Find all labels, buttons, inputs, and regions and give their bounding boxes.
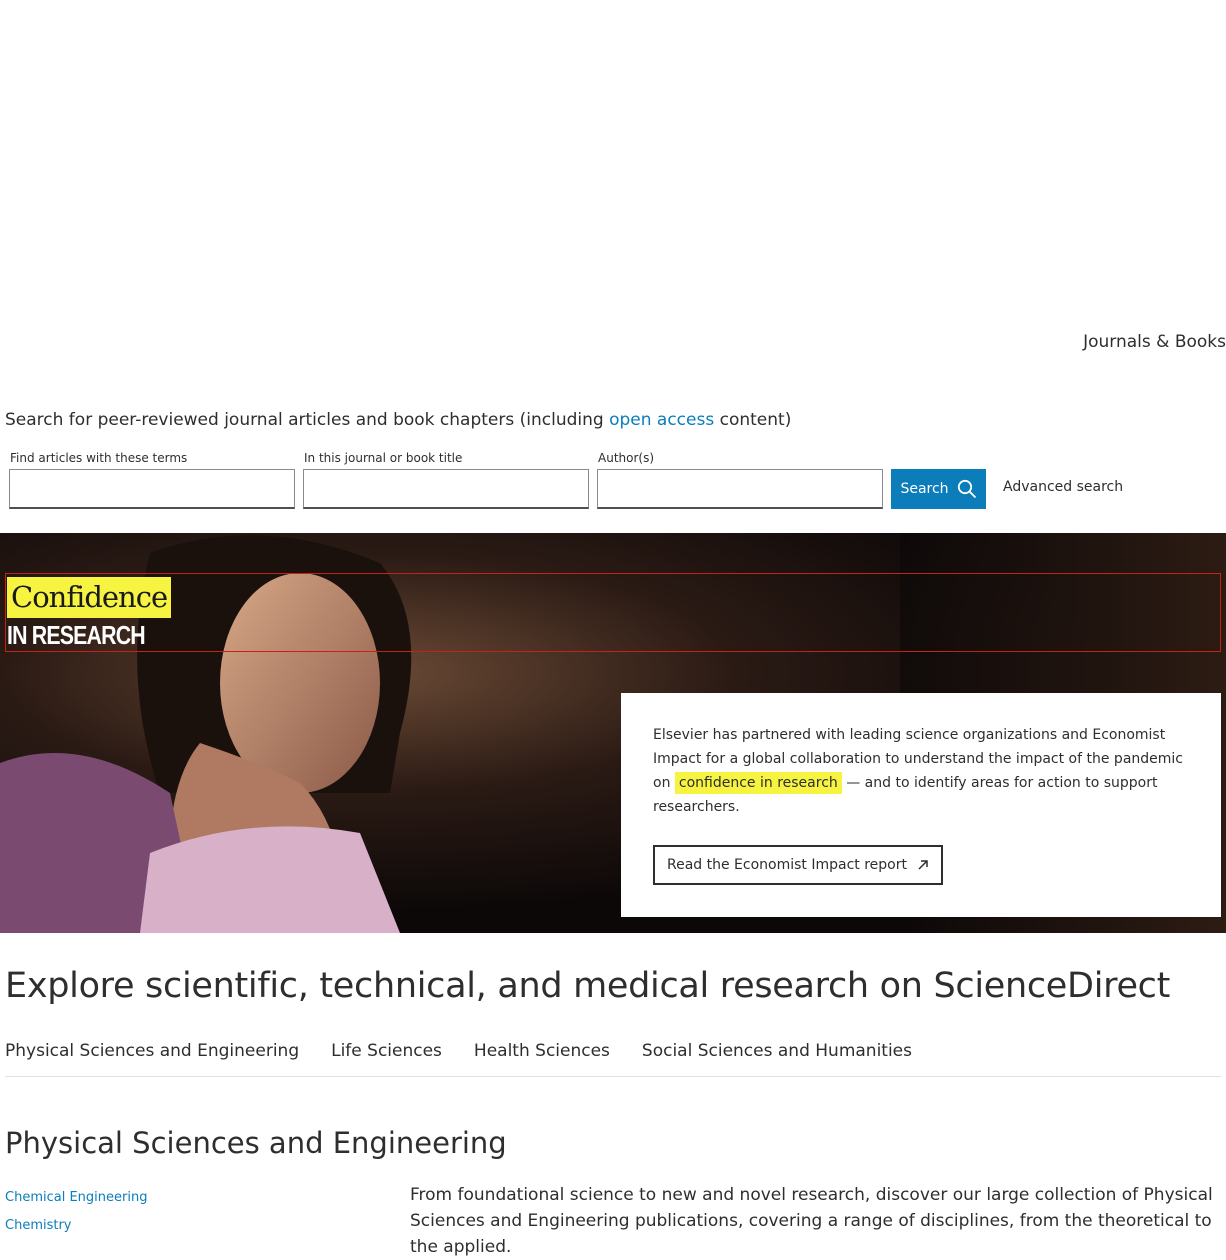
tab-life-sciences[interactable]: Life Sciences: [331, 1041, 442, 1076]
subject-link[interactable]: Chemical Engineering: [5, 1184, 147, 1212]
report-button-label: Read the Economist Impact report: [667, 857, 907, 873]
author-input[interactable]: [597, 469, 883, 509]
terms-label: Find articles with these terms: [10, 451, 188, 465]
search-button[interactable]: Search: [891, 469, 986, 509]
nav-journals-books[interactable]: Journals & Books: [1083, 332, 1226, 352]
hero-banner: Confidence IN RESEARCH Elsevier has part…: [0, 533, 1226, 933]
explore-title: Explore scientific, technical, and medic…: [5, 966, 1171, 1006]
subject-link[interactable]: Chemistry: [5, 1212, 147, 1240]
search-intro-text-end: content): [714, 410, 792, 430]
terms-field-group: Find articles with these terms: [9, 451, 295, 509]
tab-physical-sciences[interactable]: Physical Sciences and Engineering: [5, 1041, 299, 1076]
subject-tabs: Physical Sciences and Engineering Life S…: [5, 1041, 1221, 1077]
search-icon: [957, 479, 976, 499]
section-description: From foundational science to new and nov…: [410, 1185, 1213, 1257]
tab-social-sciences[interactable]: Social Sciences and Humanities: [642, 1041, 912, 1076]
author-label: Author(s): [598, 451, 655, 465]
open-access-link[interactable]: open access: [609, 410, 714, 430]
advanced-search-link[interactable]: Advanced search: [1003, 479, 1123, 495]
search-button-label: Search: [900, 481, 949, 497]
search-intro-text: Search for peer-reviewed journal article…: [5, 410, 610, 430]
journal-field-group: In this journal or book title: [303, 451, 589, 509]
focus-outline: [5, 573, 1221, 652]
terms-input[interactable]: [9, 469, 295, 509]
journal-input[interactable]: [303, 469, 589, 509]
economist-report-button[interactable]: Read the Economist Impact report: [653, 845, 943, 885]
hero-card-highlight: confidence in research: [674, 772, 842, 794]
search-intro: Search for peer-reviewed journal article…: [5, 410, 791, 430]
author-field-group: Author(s): [597, 451, 883, 509]
hero-card: Elsevier has partnered with leading scie…: [621, 693, 1221, 917]
external-link-icon: [918, 860, 928, 870]
hero-card-text: Elsevier has partnered with leading scie…: [653, 723, 1189, 819]
tab-health-sciences[interactable]: Health Sciences: [474, 1041, 610, 1076]
journal-label: In this journal or book title: [304, 451, 463, 465]
section-title: Physical Sciences and Engineering: [5, 1126, 507, 1160]
subject-list: Chemical Engineering Chemistry: [5, 1184, 147, 1240]
